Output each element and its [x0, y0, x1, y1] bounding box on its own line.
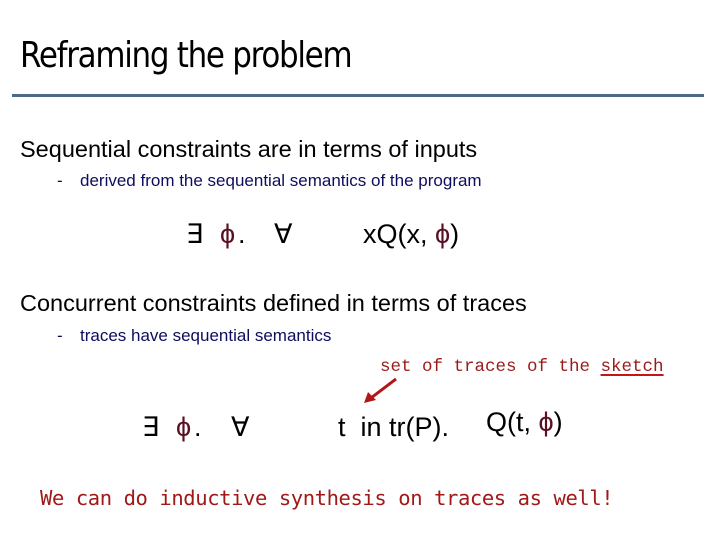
exists-symbol: ∃	[186, 219, 204, 249]
annotation-underlined-word: sketch	[600, 357, 664, 377]
sequential-heading: Sequential constraints are in terms of i…	[20, 136, 478, 162]
title-divider	[12, 94, 704, 97]
conclusion-text: We can do inductive synthesis on traces …	[40, 486, 614, 510]
annotation-text: set of traces of the	[380, 357, 601, 377]
forall-symbol: ∀	[274, 219, 293, 249]
arrow-down-left-icon	[364, 377, 397, 403]
trace-domain: t in tr(P).	[338, 412, 450, 442]
formula-body-suffix: )	[450, 219, 460, 249]
formula-body-prefix: xQ(x,	[363, 219, 435, 249]
slide-title: Reframing the problem	[20, 35, 353, 76]
sequential-sub-bullet: - derived from the sequential semantics …	[57, 171, 557, 191]
phi-symbol: ϕ	[538, 407, 554, 437]
bullet-dash: -	[57, 326, 63, 345]
phi-symbol: ϕ	[176, 412, 192, 442]
sub-bullet-text: derived from the sequential semantics of…	[80, 171, 482, 190]
arrow-shaft	[370, 377, 397, 400]
formula-body: xQ(x, ϕ)	[363, 218, 459, 250]
concurrent-sub-bullet: - traces have sequential semantics	[57, 326, 457, 346]
formula-dot: .	[238, 219, 246, 249]
forall-symbol: ∀	[231, 412, 250, 442]
phi-symbol: ϕ	[435, 219, 451, 249]
concurrent-heading: Concurrent constraints defined in terms …	[20, 290, 527, 316]
formula-body-prefix: Q(t,	[486, 407, 539, 437]
sub-bullet-text: traces have sequential semantics	[80, 326, 332, 345]
formula-body: Q(t, ϕ)	[486, 406, 563, 438]
formula-dot: .	[194, 412, 202, 442]
exists-symbol: ∃	[142, 412, 160, 442]
phi-symbol: ϕ	[220, 219, 236, 249]
bullet-dash: -	[57, 171, 63, 190]
arrow-head	[364, 392, 376, 403]
formula-body-suffix: )	[553, 407, 563, 437]
sketch-annotation: set of traces of the sketch	[380, 357, 664, 377]
